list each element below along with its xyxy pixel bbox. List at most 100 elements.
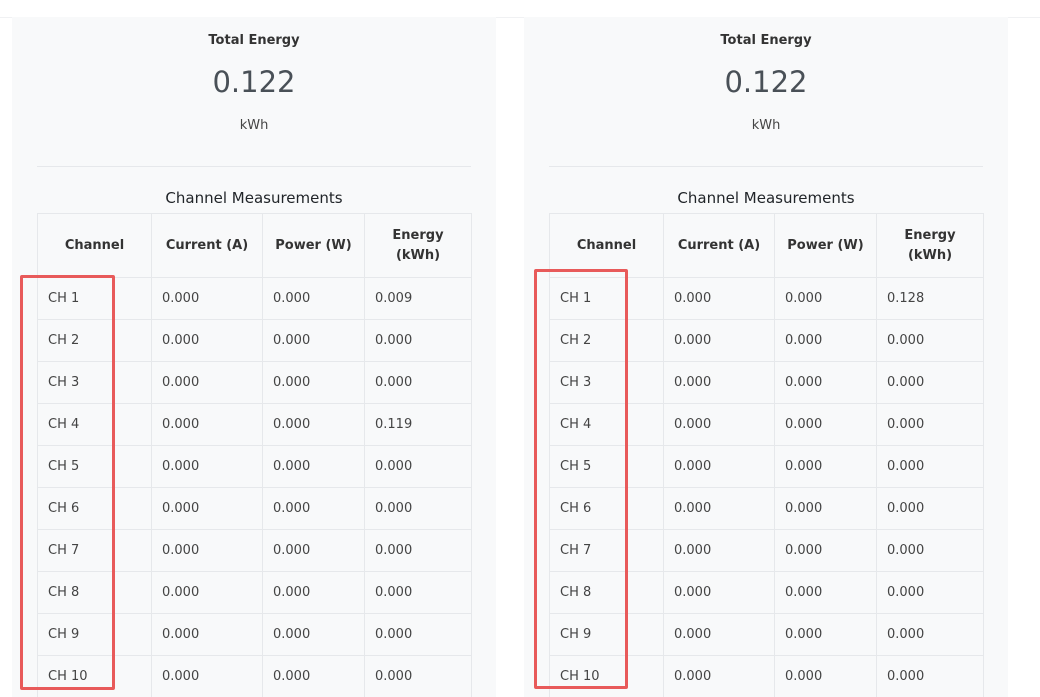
cell-channel: CH 3 xyxy=(38,362,152,404)
table-row: CH 80.0000.0000.000 xyxy=(38,572,472,614)
cell-energy: 0.000 xyxy=(365,614,472,656)
cell-current: 0.000 xyxy=(152,530,263,572)
cell-energy: 0.000 xyxy=(877,362,984,404)
cell-current: 0.000 xyxy=(664,446,775,488)
table-header-row: Channel Current (A) Power (W) Energy (kW… xyxy=(550,214,984,278)
cell-channel: CH 7 xyxy=(550,530,664,572)
cell-current: 0.000 xyxy=(152,572,263,614)
cell-power: 0.000 xyxy=(263,362,365,404)
cell-channel: CH 1 xyxy=(550,278,664,320)
cell-power: 0.000 xyxy=(775,656,877,697)
cell-energy: 0.000 xyxy=(365,362,472,404)
cell-current: 0.000 xyxy=(664,320,775,362)
cell-channel: CH 8 xyxy=(38,572,152,614)
cell-channel: CH 1 xyxy=(38,278,152,320)
cell-channel: CH 4 xyxy=(550,404,664,446)
cell-current: 0.000 xyxy=(152,404,263,446)
cell-energy: 0.000 xyxy=(877,446,984,488)
table-row: CH 30.0000.0000.000 xyxy=(550,362,984,404)
table-row: CH 100.0000.0000.000 xyxy=(550,656,984,697)
cell-energy: 0.000 xyxy=(365,320,472,362)
cell-channel: CH 3 xyxy=(550,362,664,404)
total-energy-unit: kWh xyxy=(524,118,1008,133)
cell-energy: 0.000 xyxy=(365,572,472,614)
divider xyxy=(37,166,471,167)
table-row: CH 90.0000.0000.000 xyxy=(550,614,984,656)
cell-channel: CH 9 xyxy=(550,614,664,656)
cell-channel: CH 10 xyxy=(550,656,664,697)
table-row: CH 60.0000.0000.000 xyxy=(550,488,984,530)
table-row: CH 100.0000.0000.000 xyxy=(38,656,472,697)
table-row: CH 10.0000.0000.128 xyxy=(550,278,984,320)
cell-current: 0.000 xyxy=(664,530,775,572)
cell-current: 0.000 xyxy=(152,362,263,404)
total-energy-title: Total Energy xyxy=(524,33,1008,48)
cell-power: 0.000 xyxy=(263,614,365,656)
cell-channel: CH 5 xyxy=(550,446,664,488)
table-row: CH 40.0000.0000.000 xyxy=(550,404,984,446)
cell-energy: 0.000 xyxy=(877,572,984,614)
cell-current: 0.000 xyxy=(152,656,263,697)
cell-current: 0.000 xyxy=(152,278,263,320)
header-channel: Channel xyxy=(550,214,664,278)
cell-power: 0.000 xyxy=(263,278,365,320)
cell-current: 0.000 xyxy=(664,362,775,404)
cell-energy: 0.000 xyxy=(877,656,984,697)
header-energy: Energy (kWh) xyxy=(877,214,984,278)
cell-energy: 0.000 xyxy=(365,656,472,697)
cell-channel: CH 6 xyxy=(38,488,152,530)
cell-power: 0.000 xyxy=(263,656,365,697)
energy-panel-1: Total Energy 0.122 kWh Channel Measureme… xyxy=(12,17,496,697)
channel-table: Channel Current (A) Power (W) Energy (kW… xyxy=(549,213,984,697)
cell-energy: 0.009 xyxy=(365,278,472,320)
cell-power: 0.000 xyxy=(263,488,365,530)
cell-channel: CH 7 xyxy=(38,530,152,572)
cell-power: 0.000 xyxy=(263,572,365,614)
cell-power: 0.000 xyxy=(263,530,365,572)
cell-current: 0.000 xyxy=(664,572,775,614)
header-power: Power (W) xyxy=(263,214,365,278)
table-row: CH 30.0000.0000.000 xyxy=(38,362,472,404)
cell-energy: 0.119 xyxy=(365,404,472,446)
table-row: CH 80.0000.0000.000 xyxy=(550,572,984,614)
table-row: CH 50.0000.0000.000 xyxy=(550,446,984,488)
table-row: CH 10.0000.0000.009 xyxy=(38,278,472,320)
channel-table-title: Channel Measurements xyxy=(12,189,496,207)
cell-energy: 0.000 xyxy=(365,446,472,488)
cell-power: 0.000 xyxy=(263,404,365,446)
header-current: Current (A) xyxy=(152,214,263,278)
total-energy-unit: kWh xyxy=(12,118,496,133)
cell-energy: 0.000 xyxy=(877,614,984,656)
cell-current: 0.000 xyxy=(152,320,263,362)
cell-current: 0.000 xyxy=(664,278,775,320)
total-energy-title: Total Energy xyxy=(12,33,496,48)
cell-power: 0.000 xyxy=(775,362,877,404)
cell-energy: 0.000 xyxy=(877,488,984,530)
cell-channel: CH 4 xyxy=(38,404,152,446)
top-strip xyxy=(0,0,1040,18)
cell-channel: CH 5 xyxy=(38,446,152,488)
table-row: CH 20.0000.0000.000 xyxy=(38,320,472,362)
cell-current: 0.000 xyxy=(664,404,775,446)
cell-power: 0.000 xyxy=(775,614,877,656)
total-energy-value: 0.122 xyxy=(524,65,1008,99)
cell-power: 0.000 xyxy=(775,530,877,572)
cell-energy: 0.000 xyxy=(877,320,984,362)
cell-energy: 0.000 xyxy=(365,530,472,572)
cell-power: 0.000 xyxy=(263,446,365,488)
cell-channel: CH 10 xyxy=(38,656,152,697)
cell-channel: CH 9 xyxy=(38,614,152,656)
table-row: CH 70.0000.0000.000 xyxy=(38,530,472,572)
cell-power: 0.000 xyxy=(775,278,877,320)
cell-power: 0.000 xyxy=(775,320,877,362)
cell-current: 0.000 xyxy=(664,614,775,656)
cell-channel: CH 8 xyxy=(550,572,664,614)
table-row: CH 40.0000.0000.119 xyxy=(38,404,472,446)
header-channel: Channel xyxy=(38,214,152,278)
table-row: CH 90.0000.0000.000 xyxy=(38,614,472,656)
cell-current: 0.000 xyxy=(152,446,263,488)
table-row: CH 70.0000.0000.000 xyxy=(550,530,984,572)
cell-power: 0.000 xyxy=(775,446,877,488)
channel-table: Channel Current (A) Power (W) Energy (kW… xyxy=(37,213,472,697)
header-current: Current (A) xyxy=(664,214,775,278)
